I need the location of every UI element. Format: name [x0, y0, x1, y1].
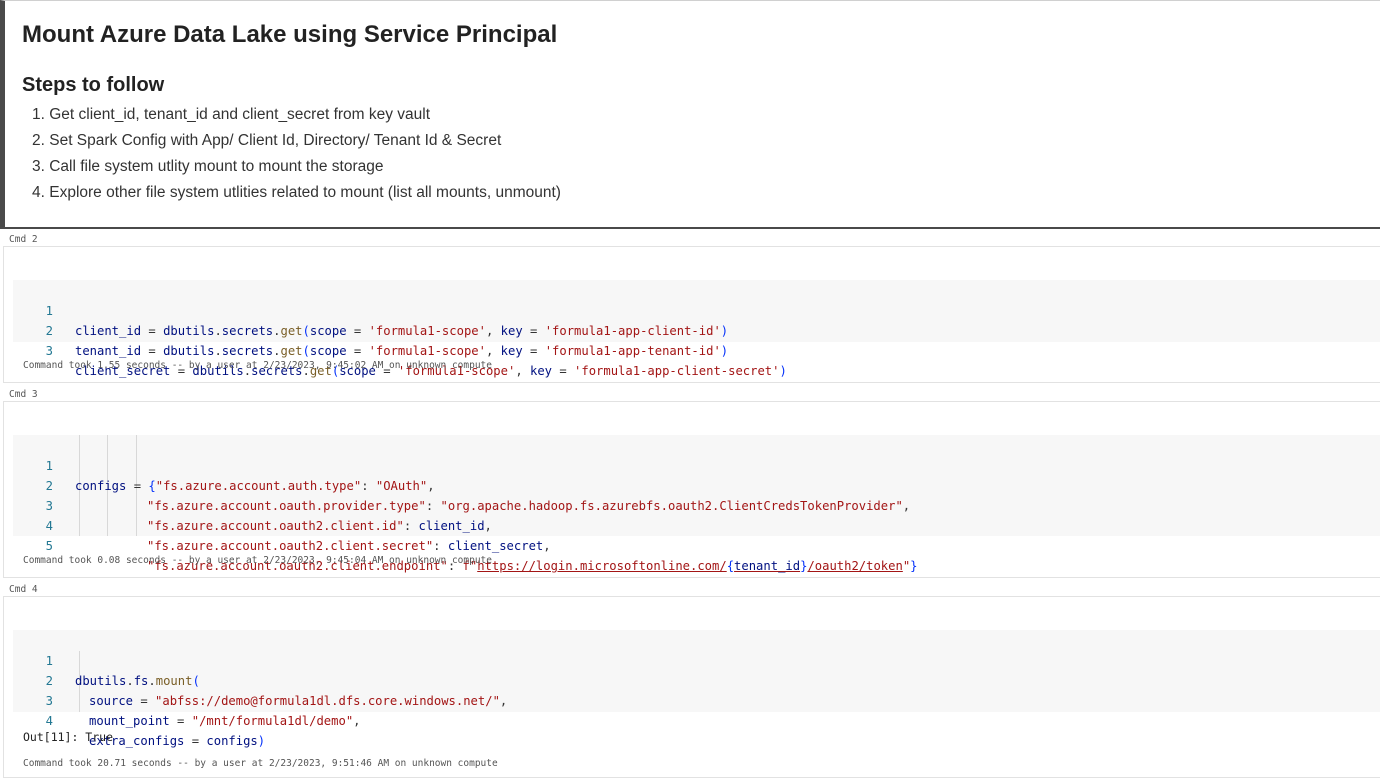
code-editor[interactable]: 1 client_id = dbutils.secrets.get(scope … — [13, 280, 1380, 378]
step-item: 3. Call file system utlity mount to moun… — [32, 158, 384, 175]
code-line: 1 client_id = dbutils.secrets.get(scope … — [13, 281, 728, 338]
code-cell-cmd-3[interactable]: 1 configs = {"fs.azure.account.auth.type… — [3, 401, 1380, 578]
code-text: extra_configs = configs) — [89, 734, 266, 748]
code-text: "fs.azure.account.oauth2.client.secret":… — [147, 539, 551, 553]
code-text: "fs.azure.account.oauth2.client.id": cli… — [147, 519, 492, 533]
code-editor[interactable]: 1 dbutils.fs.mount( 2 source = "abfss://… — [13, 630, 1380, 748]
command-status: Command took 1.55 seconds -- by a user a… — [23, 360, 492, 371]
code-text: configs = {"fs.azure.account.auth.type":… — [75, 479, 435, 493]
code-text: mount_point = "/mnt/formula1dl/demo", — [89, 714, 361, 728]
code-line: 3 client_secret = dbutils.secrets.get(sc… — [13, 321, 787, 378]
code-line: 2 tenant_id = dbutils.secrets.get(scope … — [13, 301, 728, 358]
step-item: 4. Explore other file system utlities re… — [32, 184, 561, 201]
code-line: 2 "fs.azure.account.oauth.provider.type"… — [13, 456, 910, 513]
code-line: 4 extra_configs = configs) — [13, 691, 265, 748]
line-number: 5 — [45, 539, 53, 553]
line-number: 3 — [45, 344, 53, 358]
code-text: "fs.azure.account.oauth.provider.type": … — [147, 499, 911, 513]
line-number: 4 — [45, 714, 53, 728]
code-cell-cmd-2[interactable]: 1 client_id = dbutils.secrets.get(scope … — [3, 246, 1380, 383]
command-status: Command took 0.08 seconds -- by a user a… — [23, 555, 492, 566]
code-line: 1 dbutils.fs.mount( — [13, 631, 200, 688]
code-text: source = "abfss://demo@formula1dl.dfs.co… — [89, 694, 508, 708]
code-editor[interactable]: 1 configs = {"fs.azure.account.auth.type… — [13, 435, 1380, 573]
steps-heading: Steps to follow — [22, 74, 165, 96]
code-line: 2 source = "abfss://demo@formula1dl.dfs.… — [13, 651, 508, 708]
cmd-label: Cmd 3 — [9, 389, 38, 400]
steps-list: 1. Get client_id, tenant_id and client_s… — [32, 105, 561, 209]
cmd-label: Cmd 4 — [9, 584, 38, 595]
step-item: 2. Set Spark Config with App/ Client Id,… — [32, 132, 502, 149]
code-text: client_id = dbutils.secrets.get(scope = … — [75, 324, 729, 338]
code-line: 3 mount_point = "/mnt/formula1dl/demo", — [13, 671, 361, 728]
code-text: dbutils.fs.mount( — [75, 674, 200, 688]
code-line: 1 configs = {"fs.azure.account.auth.type… — [13, 436, 435, 493]
notebook-title: Mount Azure Data Lake using Service Prin… — [22, 21, 558, 48]
command-status: Command took 20.71 seconds -- by a user … — [23, 758, 498, 769]
code-line: 3 "fs.azure.account.oauth2.client.id": c… — [13, 476, 492, 533]
markdown-cell[interactable]: Mount Azure Data Lake using Service Prin… — [0, 0, 1380, 229]
code-text: tenant_id = dbutils.secrets.get(scope = … — [75, 344, 729, 358]
cell-output: Out[11]: True — [23, 730, 114, 744]
code-cell-cmd-4[interactable]: 1 dbutils.fs.mount( 2 source = "abfss://… — [3, 596, 1380, 778]
step-item: 1. Get client_id, tenant_id and client_s… — [32, 106, 431, 123]
code-line: 5 "fs.azure.account.oauth2.client.endpoi… — [13, 516, 918, 573]
code-line: 4 "fs.azure.account.oauth2.client.secret… — [13, 496, 551, 553]
cmd-label: Cmd 2 — [9, 234, 38, 245]
